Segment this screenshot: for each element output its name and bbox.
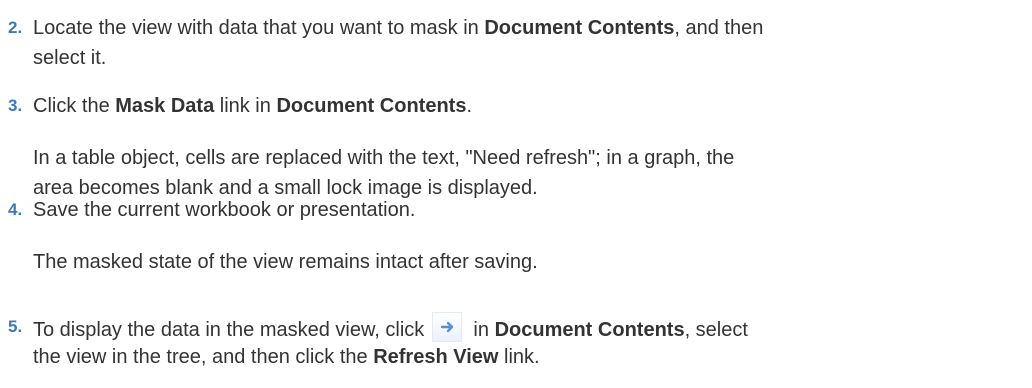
step-number: 4. xyxy=(8,200,23,219)
text-run: . xyxy=(466,95,472,117)
step-number: 3. xyxy=(8,96,23,115)
step-text-line: select it. xyxy=(33,43,106,73)
text-run: link in xyxy=(214,95,277,117)
step-text-line: Locate the view with data that you want … xyxy=(33,13,763,43)
text-run: , and then xyxy=(674,17,764,39)
ui-term-document-contents: Document Contents xyxy=(494,319,685,341)
text-run: Save the current workbook or presentatio… xyxy=(33,199,416,221)
step-text-line: Click the Mask Data link in Document Con… xyxy=(33,91,472,121)
text-run: in xyxy=(467,319,495,341)
right-arrow-icon xyxy=(431,312,462,342)
text-run: To display the data in the masked view, … xyxy=(33,319,430,341)
step-number: 2. xyxy=(8,18,23,37)
step-text-line: the view in the tree, and then click the… xyxy=(33,342,540,372)
text-run: , select xyxy=(684,319,748,341)
ui-term-mask-data: Mask Data xyxy=(115,95,215,117)
ui-term-refresh-view: Refresh View xyxy=(373,346,499,368)
step-text-line: Save the current workbook or presentatio… xyxy=(33,195,415,225)
text-run: link. xyxy=(498,346,540,368)
step-text-line: To display the data in the masked view, … xyxy=(33,312,748,345)
text-run: select it. xyxy=(33,47,107,69)
text-run: Click the xyxy=(33,95,116,117)
ui-term-document-contents: Document Contents xyxy=(276,95,467,117)
text-run: the view in the tree, and then click the xyxy=(33,346,374,368)
ui-term-document-contents: Document Contents xyxy=(484,17,675,39)
step-number: 5. xyxy=(8,317,23,336)
step-info-line: In a table object, cells are replaced wi… xyxy=(33,147,735,169)
text-run: Locate the view with data that you want … xyxy=(33,17,485,39)
step-info-line: The masked state of the view remains int… xyxy=(33,251,538,273)
